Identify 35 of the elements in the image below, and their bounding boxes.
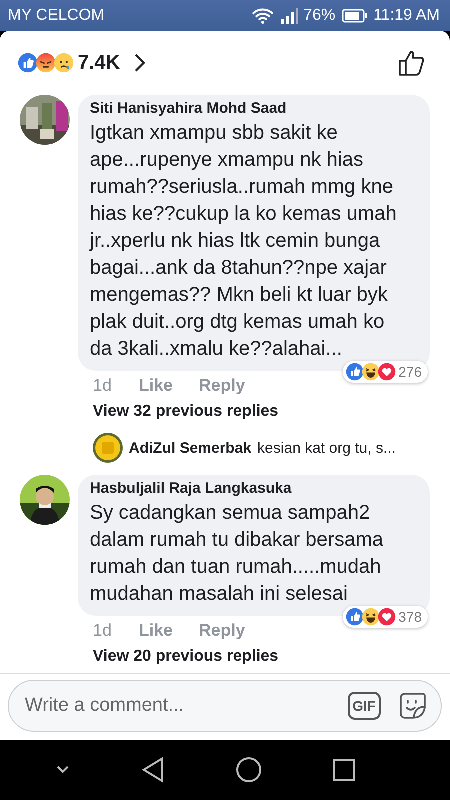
- wifi-icon: [252, 8, 274, 24]
- view-replies-link[interactable]: View 20 previous replies: [20, 648, 430, 666]
- chevron-down-icon[interactable]: [56, 765, 70, 775]
- gif-button[interactable]: GIF: [348, 692, 381, 720]
- clock: 11:19 AM: [374, 6, 440, 24]
- comment-text: Sy cadangkan semua sampah2 dalam rumah tu dibakar bersama rumah dan tuan rumah.....mudah mudahan masalah ini selesai: [90, 501, 384, 607]
- chevron-right-icon[interactable]: [134, 53, 146, 73]
- reply-author[interactable]: AdiZul Semerbak: [129, 440, 252, 456]
- comment-text: Igtkan xmampu sbb sakit ke ape...rupenye xmampu nk hias rumah??seriusla..rumah mmg kne hias ke??cukup la ko kemas umah jr..xperlu nk hias ltk cemin bunga bagai...ank da 8tahun??npe xajar mengemas?? Mkn beli kt luar byk plak duit..org dtg kemas umah ko da 3kali..xmalu ke??alahai...: [90, 121, 398, 362]
- home-icon[interactable]: [236, 757, 262, 783]
- comment-time: 1d: [93, 621, 113, 641]
- comment-time: 1d: [93, 376, 113, 396]
- view-replies-link[interactable]: View 32 previous replies: [20, 403, 430, 421]
- like-icon: [18, 53, 38, 73]
- laughing-face-icon: [362, 608, 380, 626]
- reply-preview: kesian kat org tu, s...: [258, 440, 396, 456]
- battery-percent: 76%: [304, 6, 336, 24]
- carrier-name: MY CELCOM: [8, 6, 105, 24]
- comment-author[interactable]: Siti Hanisyahira Mohd Saad: [90, 100, 416, 117]
- sad-face-icon: [54, 53, 74, 73]
- reaction-summary[interactable]: 378: [342, 606, 428, 628]
- angry-face-icon: [36, 53, 56, 73]
- battery-icon: [342, 8, 368, 22]
- like-icon: [346, 608, 364, 626]
- like-icon: [346, 363, 364, 381]
- back-icon[interactable]: [140, 757, 164, 783]
- reaction-count[interactable]: 7.4K: [78, 52, 120, 74]
- reaction-summary[interactable]: 276: [342, 361, 428, 383]
- thumbs-up-icon[interactable]: [398, 49, 426, 77]
- recents-icon[interactable]: [332, 759, 354, 781]
- comment-author[interactable]: Hasbuljalil Raja Langkasuka: [90, 480, 416, 497]
- comment-input[interactable]: Write a comment... GIF: [8, 680, 442, 732]
- laughing-face-icon: [362, 363, 380, 381]
- signal-icon: [280, 8, 298, 24]
- sticker-icon[interactable]: [399, 692, 427, 720]
